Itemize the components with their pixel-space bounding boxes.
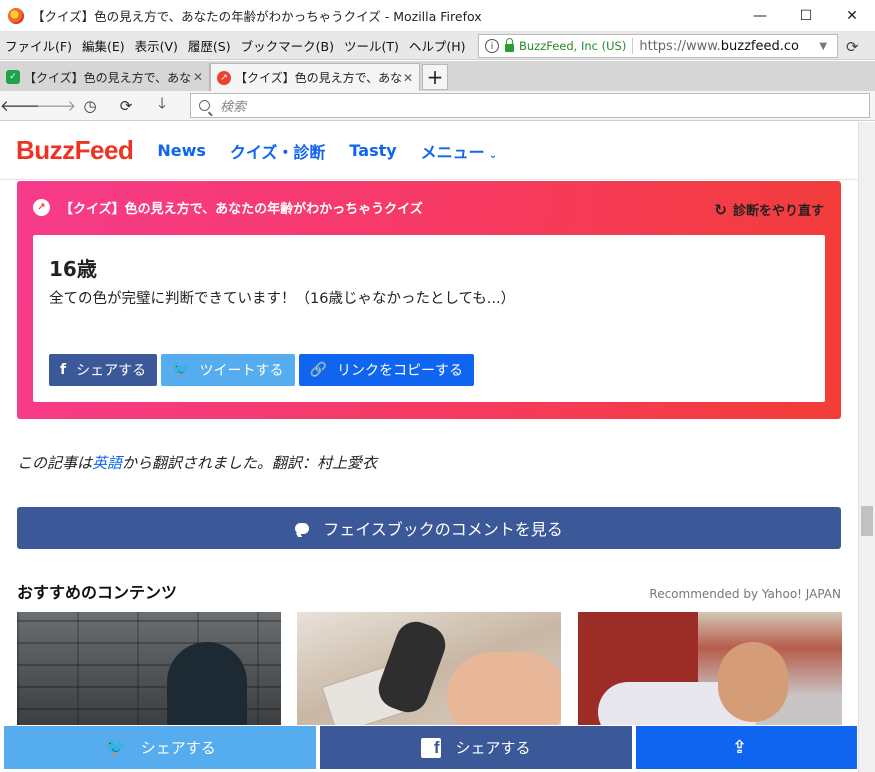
firefox-logo-icon: [8, 7, 24, 24]
credit-before: この記事は: [17, 454, 93, 472]
retry-button[interactable]: ↻ 診断をやり直す: [714, 200, 824, 220]
nav-quiz[interactable]: クイズ・診断: [230, 139, 326, 163]
info-icon[interactable]: i: [485, 39, 499, 53]
bottom-share-bar: 🐦 シェアする f シェアする ⇪: [0, 725, 858, 772]
recommended-thumbnail[interactable]: [297, 612, 561, 732]
twitter-icon: 🐦: [104, 737, 127, 758]
copy-link-label: リンクをコピーする: [336, 363, 463, 379]
nav-toolbar: 🡐 🡒 ◷ ⟳ 🡓 検索: [0, 91, 875, 121]
comment-bubble-icon: [295, 522, 310, 534]
minimize-button[interactable]: —: [737, 0, 783, 32]
bottom-facebook-label: シェアする: [455, 739, 531, 757]
menu-help[interactable]: ヘルプ(H): [404, 36, 471, 55]
twitter-share-label: ツイートする: [199, 363, 284, 379]
history-clock-icon[interactable]: ◷: [72, 97, 108, 115]
buzzfeed-logo[interactable]: BuzzFeed: [16, 135, 134, 166]
quiz-title: 【クイズ】色の見え方で、あなたの年齢がわかっちゃうクイズ: [60, 201, 423, 217]
nav-menu[interactable]: メニュー ⌄: [421, 139, 497, 163]
credit-after: から翻訳されました。翻訳：村上愛衣: [122, 454, 378, 472]
chevron-down-icon: ⌄: [488, 149, 498, 161]
page-content: BuzzFeed News クイズ・診断 Tasty メニュー ⌄ ↗ 【クイズ】…: [0, 122, 858, 772]
search-icon: [199, 100, 210, 111]
quiz-result-box: ↗ 【クイズ】色の見え方で、あなたの年齢がわかっちゃうクイズ ↻ 診断をやり直す…: [17, 181, 841, 419]
close-window-button[interactable]: ✕: [829, 0, 875, 32]
tab-active[interactable]: ↗ 【クイズ】色の見え方で、あなた ✕: [210, 63, 420, 91]
bottom-share-button[interactable]: ⇪: [636, 726, 857, 769]
tab-bar: ✓ 【クイズ】色の見え方で、あなた ✕ ↗ 【クイズ】色の見え方で、あなた ✕ …: [0, 61, 875, 91]
result-heading: 16歳: [49, 257, 97, 281]
result-description: 全ての色が完璧に判断できています！（16歳じゃなかったとしても...）: [49, 291, 516, 307]
tab-inactive[interactable]: ✓ 【クイズ】色の見え方で、あなた ✕: [0, 63, 210, 91]
site-header: BuzzFeed News クイズ・診断 Tasty メニュー ⌄: [0, 122, 858, 180]
menu-bookmarks[interactable]: ブックマーク(B): [236, 36, 339, 55]
download-icon[interactable]: 🡓: [144, 93, 180, 118]
nav-tasty[interactable]: Tasty: [349, 141, 396, 160]
share-icon: ⇪: [731, 737, 748, 758]
tab-favicon-icon: ✓: [6, 70, 20, 84]
recommended-by[interactable]: Recommended by Yahoo! JAPAN: [620, 587, 841, 601]
tab-title: 【クイズ】色の見え方で、あなた: [235, 71, 403, 85]
tab-close-icon[interactable]: ✕: [193, 70, 203, 84]
bottom-twitter-share-button[interactable]: 🐦 シェアする: [4, 726, 316, 769]
search-input[interactable]: 検索: [190, 93, 870, 118]
retry-label: 診断をやり直す: [732, 204, 824, 219]
facebook-share-button[interactable]: f シェアする: [49, 354, 158, 386]
twitter-icon: 🐦: [172, 362, 190, 378]
scissors-image: [373, 616, 451, 718]
bottom-twitter-label: シェアする: [140, 739, 216, 757]
tab-title: 【クイズ】色の見え方で、あなた: [24, 70, 192, 85]
trending-icon: ↗: [33, 198, 50, 216]
nav-menu-label: メニュー: [420, 142, 485, 162]
crouching-child-image: [167, 642, 247, 732]
window-titlebar: 【クイズ】色の見え方で、あなたの年齢がわかっちゃうクイズ - Mozilla F…: [0, 0, 875, 32]
back-icon[interactable]: 🡐: [0, 96, 40, 115]
recommended-thumbnail[interactable]: [578, 612, 842, 732]
copy-link-button[interactable]: 🔗 リンクをコピーする: [298, 354, 474, 386]
tab-close-icon[interactable]: ✕: [403, 71, 413, 85]
url-divider: [632, 38, 634, 54]
translation-credit: この記事は英語から翻訳されました。翻訳：村上愛衣: [17, 452, 377, 473]
reload-page-icon[interactable]: ⟳: [108, 97, 144, 115]
search-placeholder: 検索: [220, 100, 247, 115]
maximize-button[interactable]: ☐: [783, 0, 829, 32]
bottom-facebook-share-button[interactable]: f シェアする: [320, 726, 632, 769]
retry-icon: ↻: [714, 200, 727, 219]
window-controls: — ☐ ✕: [737, 0, 875, 32]
facebook-icon: f: [60, 362, 67, 378]
recommended-thumbnail[interactable]: [17, 612, 281, 732]
result-card: 16歳 全ての色が完璧に判断できています！（16歳じゃなかったとしても...） …: [33, 235, 825, 402]
link-icon: 🔗: [309, 362, 327, 378]
facebook-share-label: シェアする: [76, 363, 147, 379]
nav-news[interactable]: News: [157, 141, 206, 160]
reload-icon[interactable]: ⟳: [846, 38, 859, 56]
twitter-share-button[interactable]: 🐦 ツイートする: [161, 354, 295, 386]
lock-icon: [505, 38, 514, 52]
site-identity[interactable]: BuzzFeed, Inc (US): [519, 39, 626, 53]
share-buttons: f シェアする 🐦 ツイートする 🔗 リンクをコピーする: [49, 354, 478, 386]
tab-favicon-icon: ↗: [217, 70, 231, 85]
url-domain: buzzfeed.co: [720, 38, 799, 54]
menu-tools[interactable]: ツール(T): [339, 36, 404, 55]
address-bar[interactable]: i BuzzFeed, Inc (US) https://www.buzzfee…: [478, 34, 838, 58]
hand-image: [447, 652, 561, 732]
url-prefix: https://www.: [639, 38, 721, 54]
facebook-comments-label: フェイスブックのコメントを見る: [323, 520, 563, 539]
url-text[interactable]: https://www.buzzfeed.co: [639, 39, 817, 54]
new-tab-button[interactable]: +: [422, 64, 448, 90]
menu-view[interactable]: 表示(V): [130, 36, 183, 55]
page-scrollbar[interactable]: [858, 122, 875, 772]
menu-edit[interactable]: 編集(E): [77, 36, 130, 55]
original-article-link[interactable]: 英語: [92, 454, 122, 472]
menu-history[interactable]: 履歴(S): [183, 36, 236, 55]
scrollbar-thumb[interactable]: [861, 506, 873, 536]
forward-icon[interactable]: 🡒: [36, 96, 76, 115]
window-title: 【クイズ】色の見え方で、あなたの年齢がわかっちゃうクイズ - Mozilla F…: [32, 9, 482, 24]
sleeping-man-image: [718, 642, 788, 722]
facebook-comments-button[interactable]: フェイスブックのコメントを見る: [17, 507, 841, 549]
facebook-icon: f: [421, 737, 442, 758]
recommended-heading: おすすめのコンテンツ: [17, 583, 178, 602]
url-dropdown-icon[interactable]: ▼: [819, 41, 827, 52]
menu-file[interactable]: ファイル(F): [0, 36, 77, 55]
